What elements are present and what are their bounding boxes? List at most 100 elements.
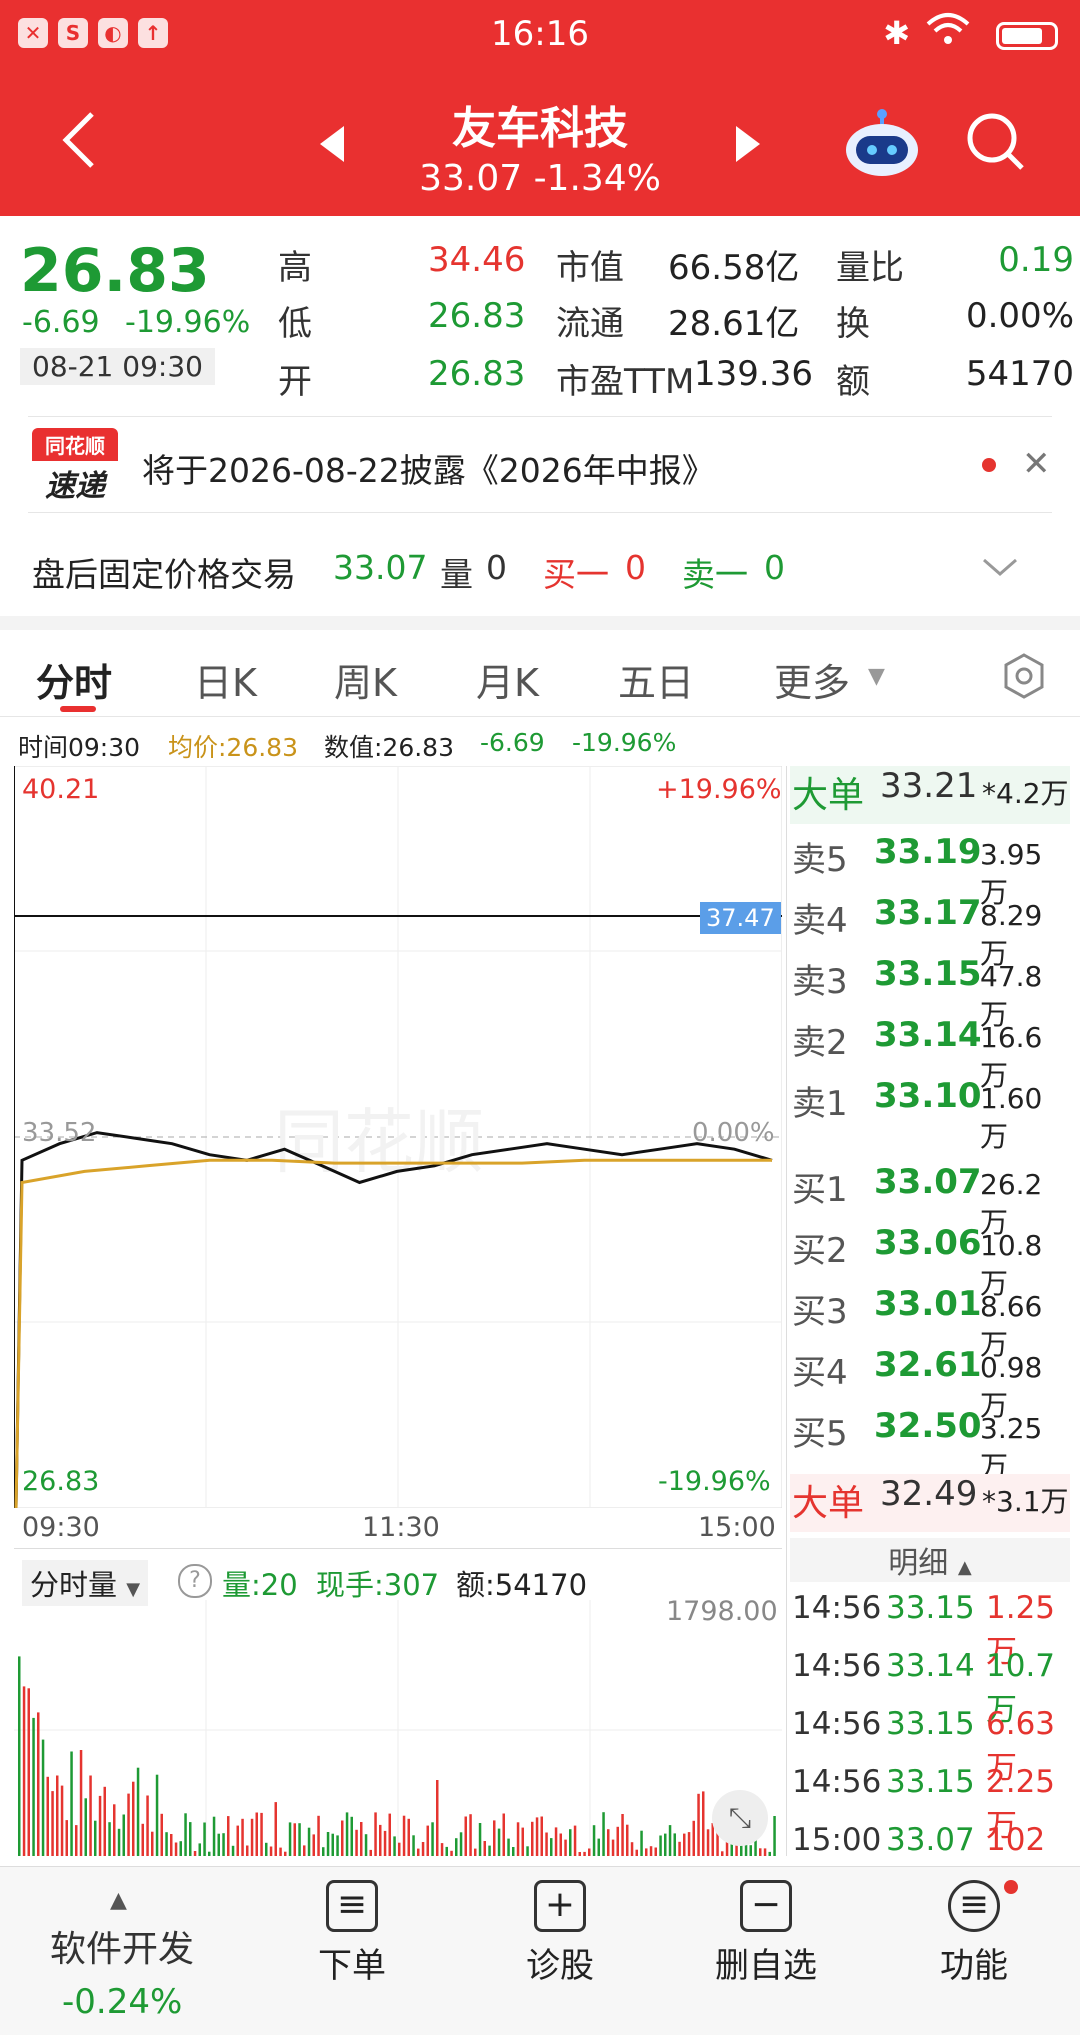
volume-bar xyxy=(602,1812,605,1856)
volratio-value: 0.19 xyxy=(998,240,1074,280)
volume-bar xyxy=(564,1839,567,1856)
cursor-price-tag: 37.47 xyxy=(700,902,781,934)
volume-bar xyxy=(212,1816,216,1856)
volume-bar xyxy=(706,1829,710,1856)
volume-bar xyxy=(436,1780,439,1856)
chevron-down-icon[interactable] xyxy=(982,556,1018,584)
tick-time: 14:56 xyxy=(792,1764,882,1800)
volume-bar xyxy=(217,1833,220,1856)
high-label: 高 xyxy=(278,248,312,288)
volume-bar xyxy=(241,1818,244,1856)
volume-bar xyxy=(46,1776,49,1856)
pe-label: 市盈TTM xyxy=(556,362,695,402)
low-value: 26.83 xyxy=(428,296,526,336)
volume-bar xyxy=(483,1841,486,1856)
volume-bar xyxy=(478,1823,482,1856)
bid-row-4[interactable]: 买4 32.61 0.98万 xyxy=(790,1345,1070,1422)
tab-daily-k[interactable]: 日K xyxy=(194,652,257,707)
volume-bar xyxy=(640,1830,643,1856)
bid-row-3[interactable]: 买3 33.01 8.66万 xyxy=(790,1284,1070,1361)
nav-remove-favorite[interactable]: − 删自选 xyxy=(676,1880,856,1987)
volume-bar xyxy=(22,1686,26,1856)
tab-monthly-k[interactable]: 月K xyxy=(476,652,539,707)
big-buy-vol: *3.1万 xyxy=(982,1485,1069,1518)
volume-bar xyxy=(108,1822,111,1856)
volume-bar xyxy=(559,1833,562,1856)
nav-function[interactable]: ≡ 功能 xyxy=(884,1880,1064,1987)
volume-bar xyxy=(554,1827,558,1856)
bid-price: 33.06 xyxy=(874,1223,982,1263)
amount-label: 额 xyxy=(836,362,870,402)
nav-diagnose[interactable]: + 诊股 xyxy=(470,1880,650,1987)
volume-bar xyxy=(678,1841,681,1856)
ask-label: 卖2 xyxy=(792,1023,848,1063)
chevron-up-icon[interactable]: ▲ xyxy=(110,1888,127,1913)
tick-time: 14:56 xyxy=(792,1706,882,1742)
volume-bar xyxy=(702,1791,705,1856)
volume-bar xyxy=(683,1833,686,1856)
tick-time: 14:56 xyxy=(792,1590,882,1626)
volume-hand: 现手:307 xyxy=(316,1568,440,1602)
nav-function-label: 功能 xyxy=(940,1946,1008,1986)
news-text[interactable]: 将于2026-08-22披露《2026年中报》 xyxy=(142,444,715,492)
ask-row-1[interactable]: 卖5 33.19 3.95万 xyxy=(790,832,1070,909)
ask-row-4[interactable]: 卖2 33.14 16.6万 xyxy=(790,1015,1070,1092)
next-stock-button[interactable] xyxy=(732,124,762,168)
volume-bar xyxy=(426,1825,429,1856)
volume-bar xyxy=(364,1834,368,1856)
ask-price: 33.15 xyxy=(874,954,982,994)
volume-bar xyxy=(222,1833,225,1856)
turnover-value: 0.00% xyxy=(965,296,1074,336)
detail-toggle[interactable]: 明细 ▲ xyxy=(790,1538,1070,1582)
bid-row-5[interactable]: 买5 32.50 3.25万 xyxy=(790,1406,1070,1483)
volume-bar xyxy=(697,1793,700,1856)
high-value: 34.46 xyxy=(428,240,526,280)
tab-intraday[interactable]: 分时 xyxy=(36,652,112,707)
volume-bar xyxy=(60,1785,64,1856)
bid-row-2[interactable]: 买2 33.06 10.8万 xyxy=(790,1223,1070,1300)
close-icon[interactable]: ✕ xyxy=(1022,444,1051,484)
big-buy-order[interactable]: 大单 32.49 *3.1万 xyxy=(790,1474,1070,1532)
amount-value: 54170 xyxy=(965,354,1074,394)
volume-bar xyxy=(583,1851,586,1856)
tab-five-day[interactable]: 五日 xyxy=(618,652,694,707)
tab-more[interactable]: 更多 xyxy=(774,652,850,707)
tick-price: 33.15 xyxy=(886,1590,975,1626)
intraday-chart[interactable]: 同花顺 xyxy=(13,765,783,1509)
more-dropdown-icon[interactable]: ▼ xyxy=(868,664,885,689)
volume-bar xyxy=(288,1822,292,1856)
big-buy-label: 大单 xyxy=(792,1483,865,1524)
price-change-pct: -19.96% xyxy=(125,305,251,340)
volume-bar xyxy=(421,1842,425,1856)
ask-price: 33.14 xyxy=(874,1015,982,1055)
volume-bar xyxy=(445,1846,448,1856)
big-sell-order[interactable]: 大单 33.21 *4.2万 xyxy=(790,766,1070,824)
bid-row-1[interactable]: 买1 33.07 26.2万 xyxy=(790,1162,1070,1239)
ask-label: 卖4 xyxy=(792,901,848,941)
volume-bar xyxy=(440,1843,444,1856)
info-chg: -6.69 xyxy=(480,728,545,757)
nav-order[interactable]: ≡ 下单 xyxy=(262,1880,442,1987)
settings-icon[interactable] xyxy=(1000,652,1048,704)
ask-label: 卖5 xyxy=(792,840,848,880)
search-icon[interactable] xyxy=(964,110,1028,178)
wifi-icon xyxy=(926,10,970,54)
nav-order-label: 下单 xyxy=(318,1946,386,1986)
tab-weekly-k[interactable]: 周K xyxy=(334,652,397,707)
volume-bar xyxy=(184,1813,187,1856)
ask-row-3[interactable]: 卖3 33.15 47.8万 xyxy=(790,954,1070,1031)
volume-bar xyxy=(402,1815,406,1856)
help-icon[interactable]: ? xyxy=(178,1564,212,1598)
bid-price: 33.07 xyxy=(874,1162,982,1202)
sector-label[interactable]: 软件开发 xyxy=(50,1920,194,1972)
fullscreen-button[interactable]: ⤡ xyxy=(712,1790,768,1846)
big-sell-vol: *4.2万 xyxy=(982,777,1069,810)
ask-row-5[interactable]: 卖1 33.10 1.60万 xyxy=(790,1076,1070,1153)
volume-bar xyxy=(269,1846,273,1856)
robot-assistant-icon[interactable] xyxy=(842,108,922,182)
volume-bar xyxy=(516,1822,520,1856)
volume-bar xyxy=(41,1739,45,1856)
volume-bar xyxy=(687,1832,691,1856)
ask-row-2[interactable]: 卖4 33.17 8.29万 xyxy=(790,893,1070,970)
volume-bar xyxy=(208,1851,211,1856)
